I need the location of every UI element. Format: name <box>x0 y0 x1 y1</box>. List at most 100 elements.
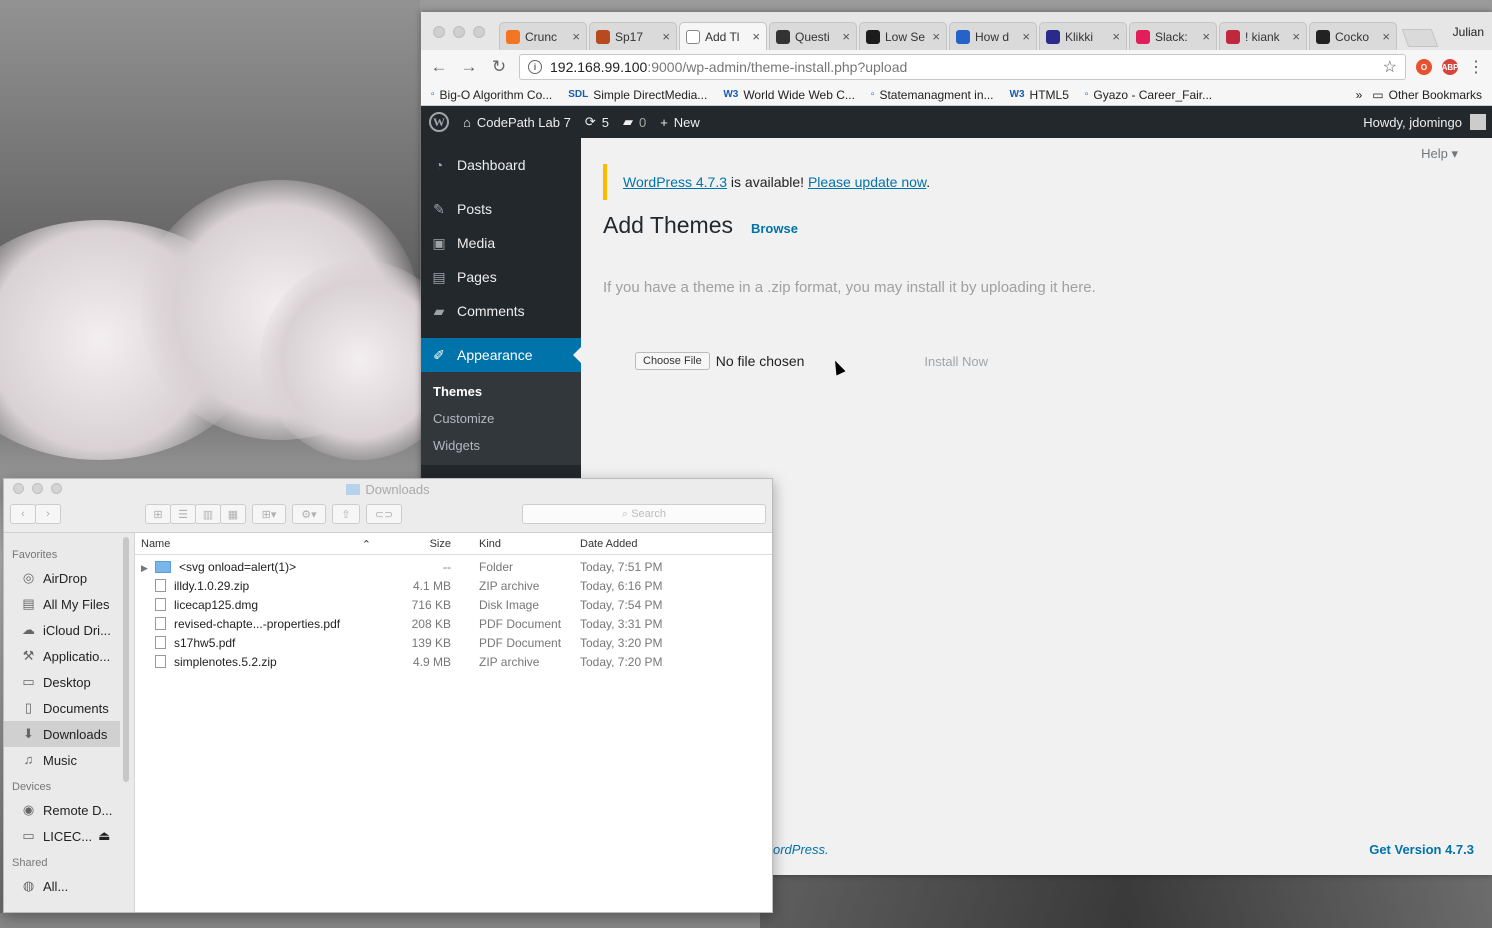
menu-comments[interactable]: ▰ Comments <box>421 294 581 328</box>
share-button[interactable]: ⇧ <box>332 504 360 524</box>
adblock-icon[interactable]: ABP <box>1442 59 1458 75</box>
zoom-window-button[interactable] <box>473 26 485 38</box>
new-tab-button[interactable] <box>1401 29 1439 47</box>
profile-name[interactable]: Julian <box>1453 25 1484 39</box>
bookmark-item[interactable]: ▫ Gyazo - Career_Fair... <box>1085 88 1212 102</box>
sidebar-item-documents[interactable]: ▯ Documents <box>4 695 134 721</box>
sidebar-item-licec[interactable]: ▭ LICEC... ⏏ <box>4 823 134 849</box>
sidebar-item-icloud-dri[interactable]: ☁ iCloud Dri... <box>4 617 134 643</box>
file-row[interactable]: simplenotes.5.2.zip 4.9 MB ZIP archive Toda… <box>135 652 772 671</box>
updates-link[interactable]: ⟳ 5 <box>585 114 609 130</box>
arrange-button[interactable]: ⊞▾ <box>252 504 286 524</box>
browser-tab[interactable]: How d × <box>949 22 1037 50</box>
menu-appearance[interactable]: ✐ Appearance <box>421 338 581 372</box>
info-icon[interactable]: i <box>528 60 542 74</box>
extension-icon[interactable]: O <box>1416 59 1432 75</box>
forward-button[interactable]: › <box>35 504 61 524</box>
bookmark-item[interactable]: ▫ Big-O Algorithm Co... <box>431 88 552 102</box>
back-button[interactable]: ‹ <box>10 504 36 524</box>
bookmark-item[interactable]: W3 World Wide Web C... <box>723 88 855 102</box>
sidebar-item-desktop[interactable]: ▭ Desktop <box>4 669 134 695</box>
sidebar-item-music[interactable]: ♫ Music <box>4 747 134 773</box>
file-row[interactable]: s17hw5.pdf 139 KB PDF Document Today, 3:20 … <box>135 633 772 652</box>
search-input[interactable]: ⌕ Search <box>522 504 766 524</box>
menu-dots-icon[interactable]: ⋮ <box>1468 57 1484 77</box>
tag-button[interactable]: ⊂⊃ <box>366 504 402 524</box>
menu-media[interactable]: ▣ Media <box>421 226 581 260</box>
site-name-link[interactable]: ⌂ CodePath Lab 7 <box>463 115 571 130</box>
sidebar-item-airdrop[interactable]: ◎ AirDrop <box>4 565 134 591</box>
browser-tab[interactable]: Add Tl × <box>679 22 767 50</box>
eject-icon[interactable]: ⏏ <box>98 828 110 844</box>
close-tab-icon[interactable]: × <box>752 29 760 44</box>
sidebar-item-remote-d[interactable]: ◉ Remote D... <box>4 797 134 823</box>
close-tab-icon[interactable]: × <box>1022 29 1030 44</box>
kind-column-header[interactable]: Kind <box>465 538 580 550</box>
wp-logo-icon[interactable]: W <box>429 112 449 132</box>
more-bookmarks-button[interactable]: » <box>1356 88 1363 102</box>
file-row[interactable]: ▶ <svg onload=alert(1)> -- Folder Today, 7:5… <box>135 557 772 576</box>
new-content-link[interactable]: + New <box>660 115 700 130</box>
close-tab-icon[interactable]: × <box>932 29 940 44</box>
minimize-window-button[interactable] <box>453 26 465 38</box>
browse-link[interactable]: Browse <box>751 221 798 236</box>
submenu-customize[interactable]: Customize <box>421 405 581 432</box>
browser-tab[interactable]: ! kiank × <box>1219 22 1307 50</box>
submenu-themes[interactable]: Themes <box>421 378 581 405</box>
file-row[interactable]: illdy.1.0.29.zip 4.1 MB ZIP archive Today, … <box>135 576 772 595</box>
wordpress-version-link[interactable]: WordPress 4.7.3 <box>623 174 727 190</box>
size-column-header[interactable]: Size <box>385 538 465 550</box>
browser-tab[interactable]: Crunc × <box>499 22 587 50</box>
bookmark-star-icon[interactable]: ☆ <box>1383 57 1397 77</box>
forward-arrow-icon[interactable]: → <box>459 57 479 77</box>
browser-tab[interactable]: Questi × <box>769 22 857 50</box>
coverflow-view-button[interactable]: ▦ <box>220 504 246 524</box>
close-tab-icon[interactable]: × <box>1202 29 1210 44</box>
reload-icon[interactable]: ↻ <box>489 57 509 77</box>
close-tab-icon[interactable]: × <box>842 29 850 44</box>
close-tab-icon[interactable]: × <box>1382 29 1390 44</box>
browser-tab[interactable]: Klikki × <box>1039 22 1127 50</box>
sidebar-item-applicatio[interactable]: ⚒ Applicatio... <box>4 643 134 669</box>
install-now-button[interactable]: Install Now <box>924 354 988 369</box>
close-tab-icon[interactable]: × <box>1112 29 1120 44</box>
sidebar-item-all-my-files[interactable]: ▤ All My Files <box>4 591 134 617</box>
sidebar-scrollbar[interactable] <box>123 537 129 782</box>
menu-dashboard[interactable]: ◔ Dashboard <box>421 148 581 182</box>
close-tab-icon[interactable]: × <box>1292 29 1300 44</box>
help-tab[interactable]: Help ▾ <box>1421 146 1458 162</box>
footer-version-link[interactable]: Get Version 4.7.3 <box>1369 842 1474 857</box>
action-gear-icon[interactable]: ⚙▾ <box>292 504 326 524</box>
menu-posts[interactable]: ✎ Posts <box>421 192 581 226</box>
list-view-button[interactable]: ☰ <box>170 504 196 524</box>
submenu-widgets[interactable]: Widgets <box>421 432 581 459</box>
address-bar[interactable]: i 192.168.99.100:9000/wp-admin/theme-ins… <box>519 54 1406 80</box>
menu-pages[interactable]: ▤ Pages <box>421 260 581 294</box>
column-view-button[interactable]: ▥ <box>195 504 221 524</box>
close-window-button[interactable] <box>433 26 445 38</box>
my-account[interactable]: Howdy, jdomingo <box>1363 114 1486 130</box>
close-tab-icon[interactable]: × <box>662 29 670 44</box>
bookmark-item[interactable]: W3 HTML5 <box>1010 88 1069 102</box>
comments-link[interactable]: ▰ 0 <box>623 114 646 130</box>
icon-view-button[interactable]: ⊞ <box>145 504 171 524</box>
name-column-header[interactable]: Name ⌃ <box>135 538 385 551</box>
other-bookmarks[interactable]: ▭ Other Bookmarks <box>1372 88 1482 102</box>
update-now-link[interactable]: Please update now <box>808 174 926 190</box>
date-column-header[interactable]: Date Added <box>580 538 772 550</box>
back-arrow-icon[interactable]: ← <box>429 57 449 77</box>
sidebar-item-downloads[interactable]: ⬇ Downloads <box>4 721 120 747</box>
file-row[interactable]: revised-chapte...-properties.pdf 208 KB PD… <box>135 614 772 633</box>
close-tab-icon[interactable]: × <box>572 29 580 44</box>
disclosure-triangle-icon[interactable]: ▶ <box>141 563 155 574</box>
sidebar-item-all[interactable]: ◍ All... <box>4 873 134 899</box>
browser-tab[interactable]: Cocko × <box>1309 22 1397 50</box>
choose-file-button[interactable]: Choose File <box>635 352 710 370</box>
browser-tab[interactable]: Slack: × <box>1129 22 1217 50</box>
footer-credit[interactable]: ordPress. <box>773 842 829 857</box>
bookmark-item[interactable]: SDL Simple DirectMedia... <box>568 88 707 102</box>
browser-tab[interactable]: Low Se × <box>859 22 947 50</box>
file-row[interactable]: licecap125.dmg 716 KB Disk Image Today, 7:5… <box>135 595 772 614</box>
browser-tab[interactable]: Sp17 × <box>589 22 677 50</box>
bookmark-item[interactable]: ▫ Statemanagment in... <box>871 88 994 102</box>
